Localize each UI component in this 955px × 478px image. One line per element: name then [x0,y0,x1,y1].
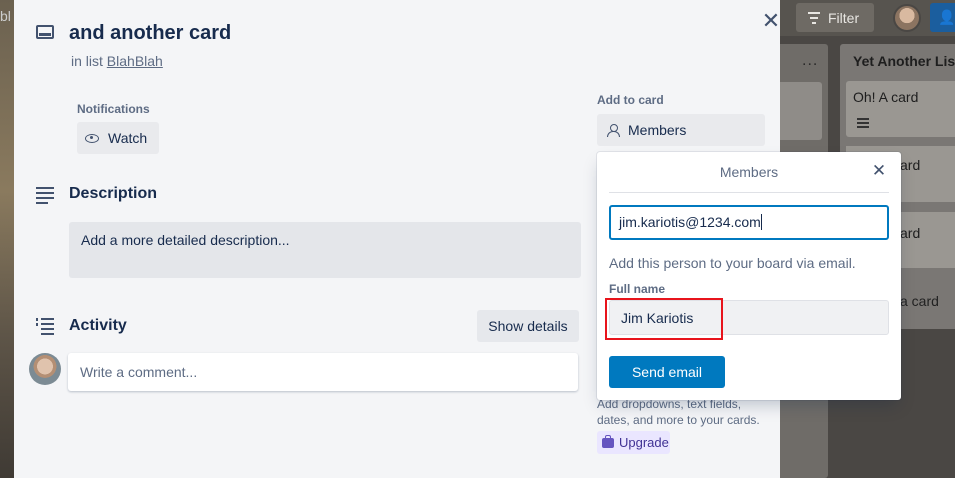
members-popover: Members ✕ jim.kariotis@1234.com Add this… [597,152,901,400]
close-icon[interactable]: ✕ [870,162,888,180]
list-menu-icon[interactable]: ... [802,52,818,70]
share-button[interactable]: 👤 [930,3,955,32]
in-list-prefix: in list [71,53,103,69]
email-field[interactable]: jim.kariotis@1234.com [609,205,889,240]
board-card-title: ard [900,157,921,173]
add-to-card-label: Add to card [597,93,664,107]
board-card-partial [780,82,822,140]
members-label: Members [628,122,687,138]
notifications-label: Notifications [77,102,150,116]
list-name-link[interactable]: BlahBlah [107,53,163,69]
board-background-left [0,0,14,478]
powerups-upsell-text: Add dropdowns, text fields, dates, and m… [597,397,760,427]
filter-icon [808,11,820,24]
full-name-label: Full name [609,282,666,296]
board-card-title: ard [900,225,921,241]
watch-label: Watch [108,130,148,146]
text-caret [760,214,762,230]
filter-button[interactable]: Filter [796,3,874,32]
show-details-button[interactable]: Show details [477,310,579,342]
add-member-icon: 👤 [938,9,955,25]
add-card-link[interactable]: a card [900,293,939,309]
activity-icon [36,318,54,338]
upgrade-button[interactable]: Upgrade [597,431,670,454]
list-title[interactable]: Yet Another List [853,53,955,69]
board-card-title: Oh! A card [853,89,919,105]
email-value: jim.kariotis@1234.com [619,214,761,230]
upgrade-label: Upgrade [619,435,669,450]
activity-title: Activity [69,317,127,334]
board-title-fragment: bl [0,8,11,24]
filter-label: Filter [828,9,860,26]
invite-hint: Add this person to your board via email. [609,255,856,271]
header-avatar[interactable] [893,4,921,32]
comment-input[interactable]: Write a comment... [68,353,578,391]
description-input[interactable]: Add a more detailed description... [69,222,581,278]
description-icon [36,187,54,207]
send-email-button[interactable]: Send email [609,356,725,388]
highlight-annotation [605,298,723,340]
description-title: Description [69,185,158,202]
divider [609,192,889,193]
card-icon [36,25,54,39]
card-list-info: in list BlahBlah [71,53,163,69]
close-icon[interactable]: ✕ [760,10,782,32]
eye-icon [85,133,99,143]
card-title[interactable]: and another card [69,22,231,45]
popover-title: Members [719,164,779,180]
description-badge-icon [857,118,869,130]
avatar[interactable] [29,353,61,385]
watch-button[interactable]: Watch [77,122,159,154]
briefcase-icon [602,434,614,448]
person-icon [607,124,620,137]
members-button[interactable]: Members [597,114,765,146]
